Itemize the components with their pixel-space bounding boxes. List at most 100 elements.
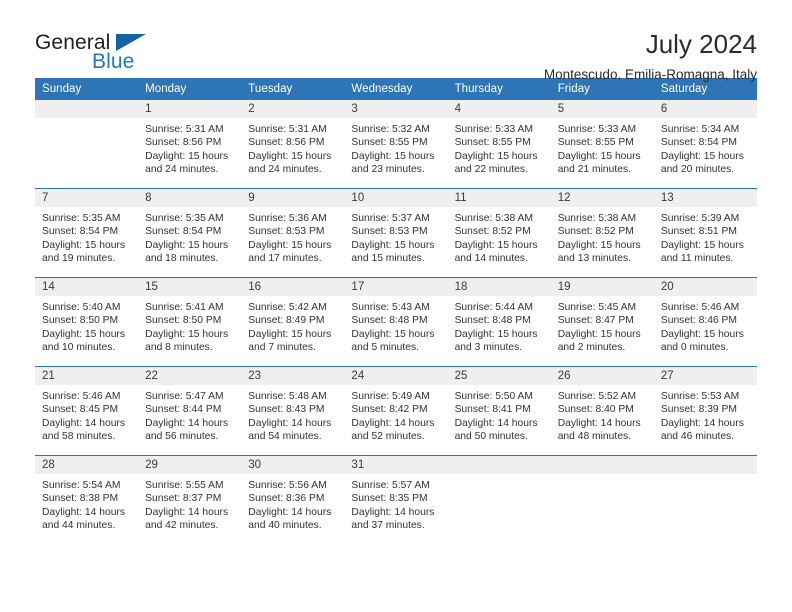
daylight-text-line2: and 58 minutes. [42,431,116,443]
day-number: 4 [447,100,551,118]
calendar-day-cell[interactable]: 31 Sunrise: 5:57 AM Sunset: 8:35 PM Dayligh… [344,455,448,544]
sunset-text: Sunset: 8:50 PM [42,315,119,327]
calendar-day-cell[interactable]: 8 Sunrise: 5:35 AM Sunset: 8:54 PM Daylight… [138,188,242,278]
day-details: Sunrise: 5:50 AM Sunset: 8:41 PM Daylight:… [448,385,551,444]
day-details: Sunrise: 5:52 AM Sunset: 8:40 PM Daylight:… [551,385,654,444]
sunrise-text: Sunrise: 5:52 AM [557,391,637,402]
sunrise-text: Sunrise: 5:47 AM [145,391,224,402]
calendar-day-cell[interactable]: 16 Sunrise: 5:42 AM Sunset: 8:49 PM Dayligh… [241,277,345,367]
calendar-day-cell[interactable]: 21 Sunrise: 5:46 AM Sunset: 8:45 PM Dayligh… [35,366,139,456]
calendar-day-cell[interactable]: 13 Sunrise: 5:39 AM Sunset: 8:51 PM Dayligh… [653,188,757,278]
calendar-day-cell[interactable]: 17 Sunrise: 5:43 AM Sunset: 8:48 PM Dayligh… [344,277,448,367]
day-cell-body: 21 Sunrise: 5:46 AM Sunset: 8:45 PM Dayligh… [35,367,139,455]
daylight-text-line2: and 20 minutes. [660,164,735,176]
day-number: 23 [241,367,345,385]
daylight-text-line2: and 37 minutes. [351,520,425,532]
day-details: Sunrise: 5:34 AM Sunset: 8:54 PM Daylight:… [654,118,757,177]
calendar-day-cell[interactable]: 27 Sunrise: 5:53 AM Sunset: 8:39 PM Dayligh… [653,366,757,456]
calendar-page: General Blue July 2024 Montescudo, Emili… [0,0,792,612]
sunrise-text: Sunrise: 5:41 AM [145,302,224,313]
calendar-day-cell[interactable]: 1 Sunrise: 5:31 AM Sunset: 8:56 PM Daylight… [138,100,242,189]
title-block: July 2024 Montescudo, Emilia-Romagna, It… [544,30,757,82]
daylight-text-line1: Daylight: 14 hours [248,506,332,518]
weekday-header-wednesday: Wednesday [344,78,448,100]
daylight-text-line1: Daylight: 15 hours [557,328,641,340]
day-number: 10 [344,189,448,207]
sunrise-text: Sunrise: 5:55 AM [145,480,224,491]
daylight-text-line1: Daylight: 14 hours [454,417,538,429]
sunrise-text: Sunrise: 5:42 AM [248,302,327,313]
day-cell-body: 14 Sunrise: 5:40 AM Sunset: 8:50 PM Dayligh… [35,278,139,366]
calendar-day-cell[interactable]: 14 Sunrise: 5:40 AM Sunset: 8:50 PM Dayligh… [35,277,139,367]
weekday-header-thursday: Thursday [447,78,551,100]
calendar-day-cell[interactable]: 22 Sunrise: 5:47 AM Sunset: 8:44 PM Dayligh… [138,366,242,456]
weekday-header-tuesday: Tuesday [241,78,345,100]
calendar-day-cell[interactable]: 19 Sunrise: 5:45 AM Sunset: 8:47 PM Dayligh… [550,277,654,367]
sunrise-text: Sunrise: 5:36 AM [248,213,327,224]
calendar-day-cell[interactable]: 6 Sunrise: 5:34 AM Sunset: 8:54 PM Daylight… [653,100,757,189]
calendar-day-cell[interactable]: 30 Sunrise: 5:56 AM Sunset: 8:36 PM Dayligh… [241,455,345,544]
sunrise-text: Sunrise: 5:38 AM [454,213,533,224]
calendar-day-cell[interactable]: 3 Sunrise: 5:32 AM Sunset: 8:55 PM Daylight… [344,100,448,189]
sunset-text: Sunset: 8:39 PM [660,404,737,416]
calendar-day-cell[interactable]: 12 Sunrise: 5:38 AM Sunset: 8:52 PM Dayligh… [550,188,654,278]
sunset-text: Sunset: 8:50 PM [145,315,222,327]
sunrise-text: Sunrise: 5:54 AM [42,480,121,491]
daylight-text-line2: and 5 minutes. [351,342,419,354]
calendar-day-cell[interactable]: 4 Sunrise: 5:33 AM Sunset: 8:55 PM Daylight… [447,100,551,189]
calendar-day-cell[interactable]: 11 Sunrise: 5:38 AM Sunset: 8:52 PM Dayligh… [447,188,551,278]
calendar-day-cell[interactable]: 23 Sunrise: 5:48 AM Sunset: 8:43 PM Dayligh… [241,366,345,456]
day-cell-body [35,100,139,188]
daylight-text-line2: and 13 minutes. [557,253,631,265]
calendar-week-row: 14 Sunrise: 5:40 AM Sunset: 8:50 PM Dayligh… [35,277,757,367]
day-cell-body: 31 Sunrise: 5:57 AM Sunset: 8:35 PM Dayligh… [344,456,448,544]
daylight-text-line2: and 46 minutes. [660,431,735,443]
calendar-day-cell[interactable]: 15 Sunrise: 5:41 AM Sunset: 8:50 PM Dayligh… [138,277,242,367]
sunset-text: Sunset: 8:46 PM [660,315,737,327]
daylight-text-line1: Daylight: 15 hours [145,239,229,251]
calendar-day-cell[interactable]: 2 Sunrise: 5:31 AM Sunset: 8:56 PM Daylight… [241,100,345,189]
calendar-day-cell[interactable]: 18 Sunrise: 5:44 AM Sunset: 8:48 PM Dayligh… [447,277,551,367]
calendar-day-cell[interactable]: 9 Sunrise: 5:36 AM Sunset: 8:53 PM Daylight… [241,188,345,278]
day-details: Sunrise: 5:37 AM Sunset: 8:53 PM Daylight:… [344,207,447,266]
sunrise-text: Sunrise: 5:34 AM [660,124,740,135]
daylight-text-line2: and 21 minutes. [557,164,631,176]
day-details: Sunrise: 5:40 AM Sunset: 8:50 PM Daylight:… [35,296,138,355]
sunrise-text: Sunrise: 5:56 AM [248,480,327,491]
day-details: Sunrise: 5:49 AM Sunset: 8:42 PM Daylight:… [344,385,447,444]
calendar-day-cell[interactable]: 29 Sunrise: 5:55 AM Sunset: 8:37 PM Dayligh… [138,455,242,544]
calendar-day-cell[interactable]: 25 Sunrise: 5:50 AM Sunset: 8:41 PM Dayligh… [447,366,551,456]
calendar-day-cell[interactable]: 28 Sunrise: 5:54 AM Sunset: 8:38 PM Dayligh… [35,455,139,544]
calendar-day-cell[interactable]: 24 Sunrise: 5:49 AM Sunset: 8:42 PM Dayligh… [344,366,448,456]
calendar-day-cell[interactable]: 10 Sunrise: 5:37 AM Sunset: 8:53 PM Dayligh… [344,188,448,278]
day-number: 12 [550,189,654,207]
calendar-day-cell[interactable]: 20 Sunrise: 5:46 AM Sunset: 8:46 PM Dayligh… [653,277,757,367]
sunset-text: Sunset: 8:40 PM [557,404,634,416]
daylight-text-line2: and 0 minutes. [660,342,729,354]
sunrise-text: Sunrise: 5:33 AM [557,124,637,135]
day-cell-body: 27 Sunrise: 5:53 AM Sunset: 8:39 PM Dayligh… [653,367,757,455]
day-cell-body: 6 Sunrise: 5:34 AM Sunset: 8:54 PM Daylight… [653,100,757,188]
daylight-text-line2: and 24 minutes. [248,164,322,176]
sunrise-text: Sunrise: 5:57 AM [351,480,430,491]
day-details: Sunrise: 5:31 AM Sunset: 8:56 PM Daylight:… [241,118,344,177]
day-number: 20 [653,278,757,296]
day-details: Sunrise: 5:33 AM Sunset: 8:55 PM Daylight:… [551,118,654,177]
weekday-header-sunday: Sunday [35,78,139,100]
day-details: Sunrise: 5:57 AM Sunset: 8:35 PM Daylight:… [344,474,447,533]
calendar-empty-cell [550,455,654,544]
sunset-text: Sunset: 8:45 PM [42,404,119,416]
day-details: Sunrise: 5:43 AM Sunset: 8:48 PM Daylight:… [344,296,447,355]
calendar-day-cell[interactable]: 26 Sunrise: 5:52 AM Sunset: 8:40 PM Dayligh… [550,366,654,456]
generalblue-logo[interactable]: General Blue [35,30,155,76]
sunrise-text: Sunrise: 5:50 AM [454,391,533,402]
sunrise-text: Sunrise: 5:37 AM [351,213,430,224]
daylight-text-line1: Daylight: 15 hours [351,328,435,340]
calendar-day-cell[interactable]: 5 Sunrise: 5:33 AM Sunset: 8:55 PM Daylight… [550,100,654,189]
sunset-text: Sunset: 8:36 PM [248,493,325,505]
calendar-day-cell[interactable]: 7 Sunrise: 5:35 AM Sunset: 8:54 PM Daylight… [35,188,139,278]
day-number: 6 [653,100,757,118]
sunrise-text: Sunrise: 5:43 AM [351,302,430,313]
sunrise-text: Sunrise: 5:33 AM [454,124,533,135]
day-details: Sunrise: 5:46 AM Sunset: 8:46 PM Daylight:… [654,296,757,355]
